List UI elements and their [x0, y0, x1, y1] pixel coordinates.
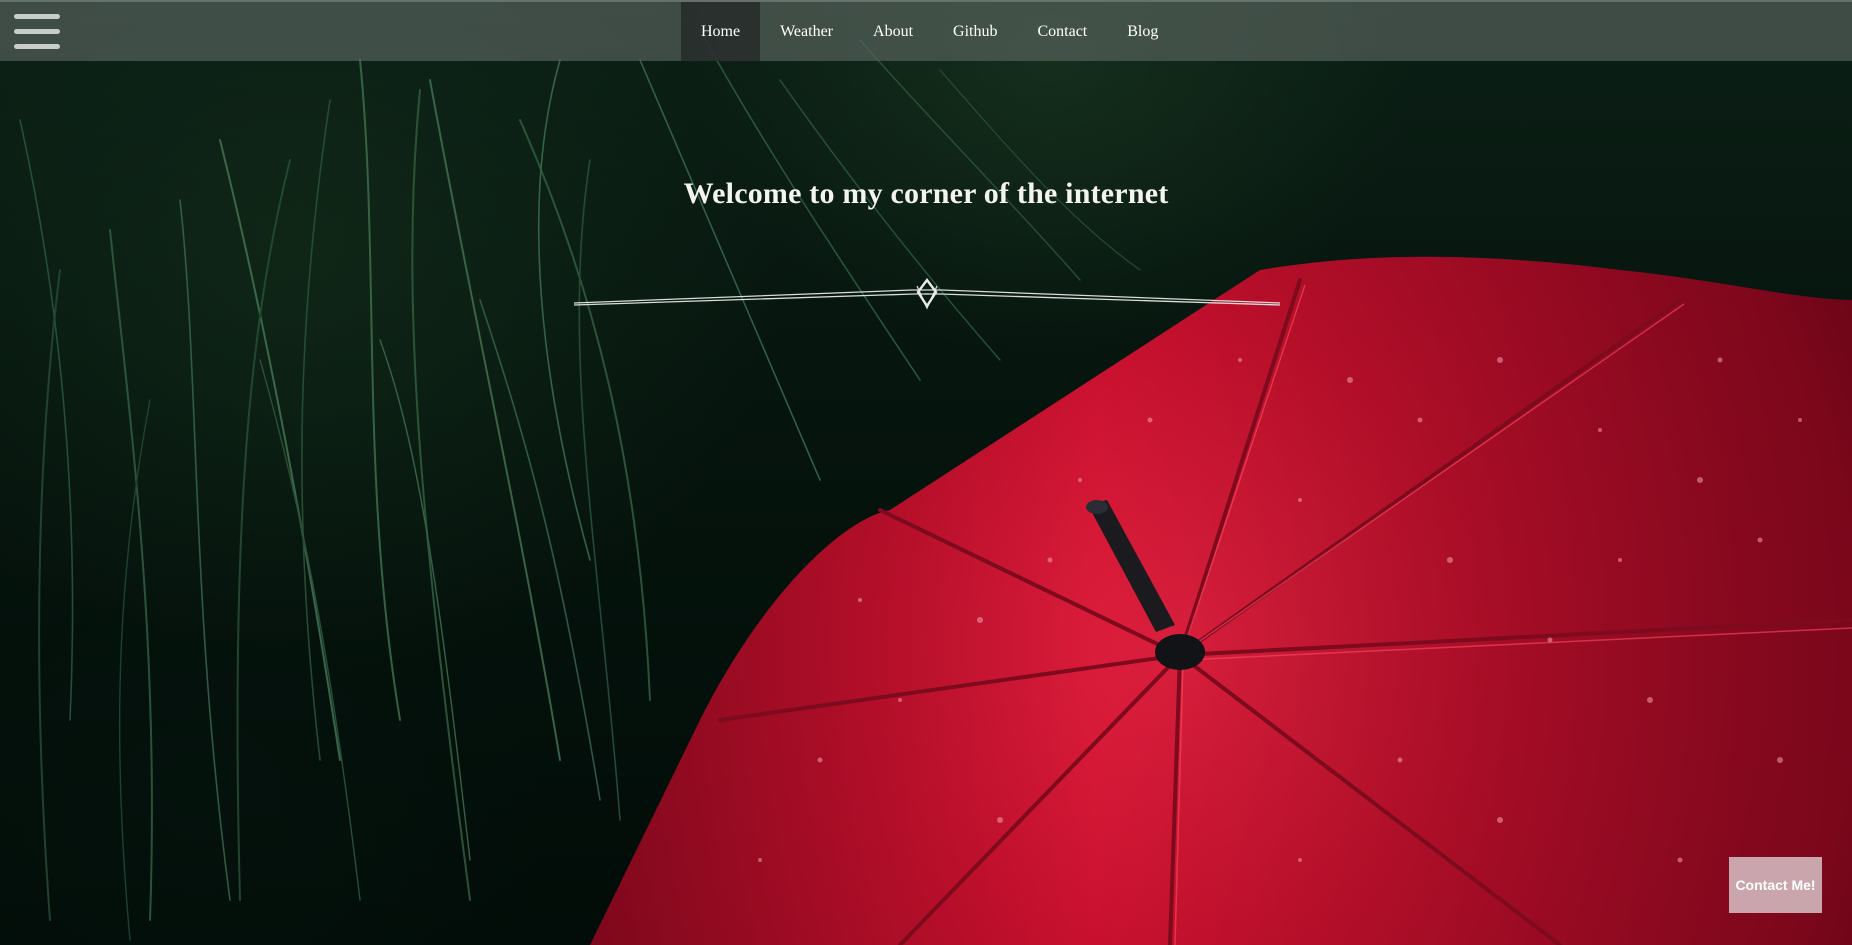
hero-title: Welcome to my corner of the internet: [683, 177, 1169, 210]
page: Home Weather About Github Contact Blog W…: [0, 0, 1852, 945]
ornamental-divider-icon: [573, 278, 1281, 310]
nav-link-blog[interactable]: Blog: [1107, 2, 1178, 61]
hero-background-image: [0, 0, 1852, 945]
main-nav: Home Weather About Github Contact Blog: [681, 2, 1178, 61]
top-navigation-bar: Home Weather About Github Contact Blog: [0, 0, 1852, 61]
hamburger-menu-icon[interactable]: [14, 14, 60, 52]
hamburger-line: [14, 44, 60, 49]
nav-link-home[interactable]: Home: [681, 2, 761, 61]
nav-link-weather[interactable]: Weather: [760, 2, 853, 61]
hamburger-line: [14, 29, 60, 34]
nav-link-about[interactable]: About: [853, 2, 933, 61]
contact-me-button[interactable]: Contact Me!: [1729, 857, 1822, 913]
nav-link-contact[interactable]: Contact: [1017, 2, 1107, 61]
nav-link-github[interactable]: Github: [933, 2, 1017, 61]
hamburger-line: [14, 14, 60, 19]
